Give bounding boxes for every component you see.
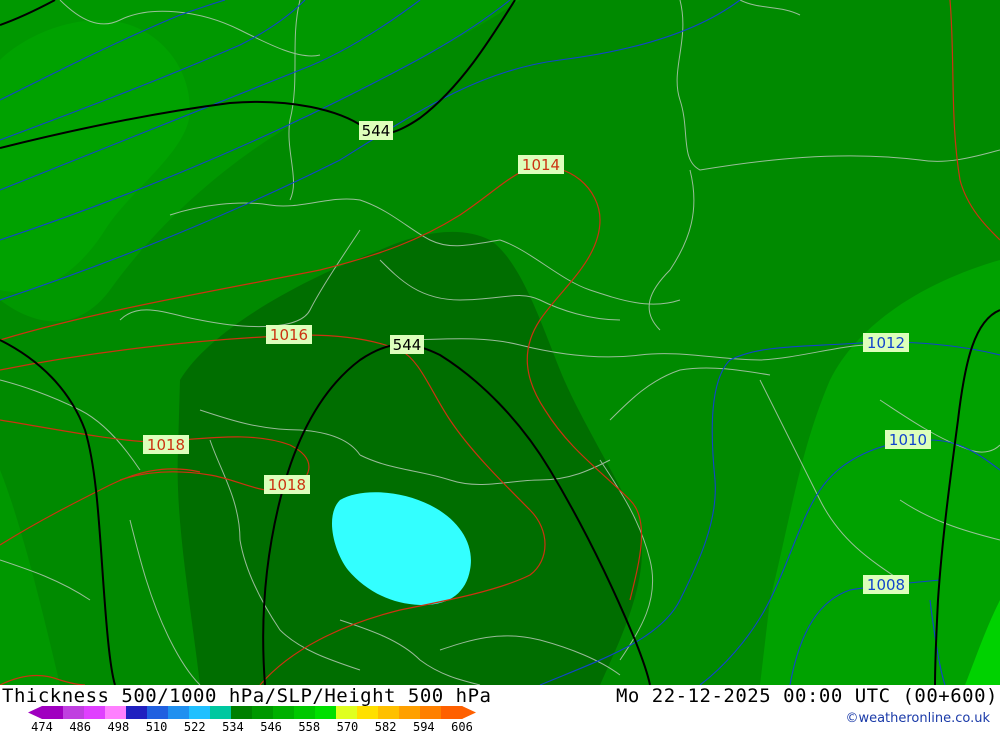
scale-label: 606 <box>451 720 473 733</box>
map-footer: Thickness 500/1000 hPa/SLP/Height 500 hP… <box>0 685 1000 733</box>
label-text-1018-b: 1018 <box>268 476 306 494</box>
scale-label: 534 <box>222 720 244 733</box>
scale-swatch <box>336 706 358 719</box>
weather-map: 544 544 1014 1016 1018 1018 1012 1010 10… <box>0 0 1000 685</box>
scale-swatch <box>147 706 169 719</box>
scale-label: 486 <box>69 720 91 733</box>
label-slp-1012: 1012 <box>863 333 909 352</box>
scale-swatch <box>63 706 85 719</box>
label-height-544-north: 544 <box>359 121 393 140</box>
scale-swatch <box>420 706 442 719</box>
scale-label: 546 <box>260 720 282 733</box>
label-height-544-trough: 544 <box>390 335 424 354</box>
scale-swatch <box>84 706 106 719</box>
scale-label: 558 <box>298 720 320 733</box>
scale-swatch <box>105 706 127 719</box>
scale-swatch <box>189 706 211 719</box>
scale-label: 510 <box>146 720 168 733</box>
scale-label: 570 <box>337 720 359 733</box>
scale-label: 594 <box>413 720 435 733</box>
scale-swatch <box>273 706 295 719</box>
label-text-544-north: 544 <box>362 122 391 140</box>
scale-label: 582 <box>375 720 397 733</box>
scale-swatch <box>441 706 463 719</box>
label-text-544-trough: 544 <box>393 336 422 354</box>
scale-swatch <box>42 706 64 719</box>
scale-swatch <box>210 706 232 719</box>
credit-link[interactable]: ©weatheronline.co.uk <box>845 711 990 726</box>
label-slp-1018-a: 1018 <box>143 435 189 454</box>
color-scale-bar <box>28 706 476 719</box>
scale-arrow-right <box>462 706 476 719</box>
scale-swatch <box>252 706 274 719</box>
scale-swatch <box>357 706 379 719</box>
scale-swatch <box>378 706 400 719</box>
scale-label: 498 <box>108 720 130 733</box>
scale-label: 522 <box>184 720 206 733</box>
scale-swatch <box>294 706 316 719</box>
scale-swatch <box>399 706 421 719</box>
valid-time: Mo 22-12-2025 00:00 UTC (00+600) <box>615 685 998 707</box>
label-slp-1016: 1016 <box>266 325 312 344</box>
label-text-1018-a: 1018 <box>147 436 185 454</box>
label-text-1008: 1008 <box>867 576 905 594</box>
scale-swatch <box>231 706 253 719</box>
label-slp-1008: 1008 <box>863 575 909 594</box>
label-text-1012: 1012 <box>867 334 905 352</box>
map-title: Thickness 500/1000 hPa/SLP/Height 500 hP… <box>2 685 492 707</box>
label-text-1016: 1016 <box>270 326 308 344</box>
map-canvas: 544 544 1014 1016 1018 1018 1012 1010 10… <box>0 0 1000 685</box>
color-scale-labels: 474 486 498 510 522 534 546 558 570 582 594 606 <box>31 720 473 733</box>
scale-label: 474 <box>31 720 53 733</box>
color-scale-legend: 474 486 498 510 522 534 546 558 570 582 594 606 <box>28 706 476 733</box>
scale-swatch <box>126 706 148 719</box>
label-text-1014: 1014 <box>522 156 560 174</box>
scale-swatch <box>315 706 337 719</box>
label-slp-1010: 1010 <box>885 430 931 449</box>
label-text-1010: 1010 <box>889 431 927 449</box>
label-slp-1018-b: 1018 <box>264 475 310 494</box>
scale-arrow-left <box>28 706 42 719</box>
scale-swatch <box>168 706 190 719</box>
label-slp-1014: 1014 <box>518 155 564 174</box>
